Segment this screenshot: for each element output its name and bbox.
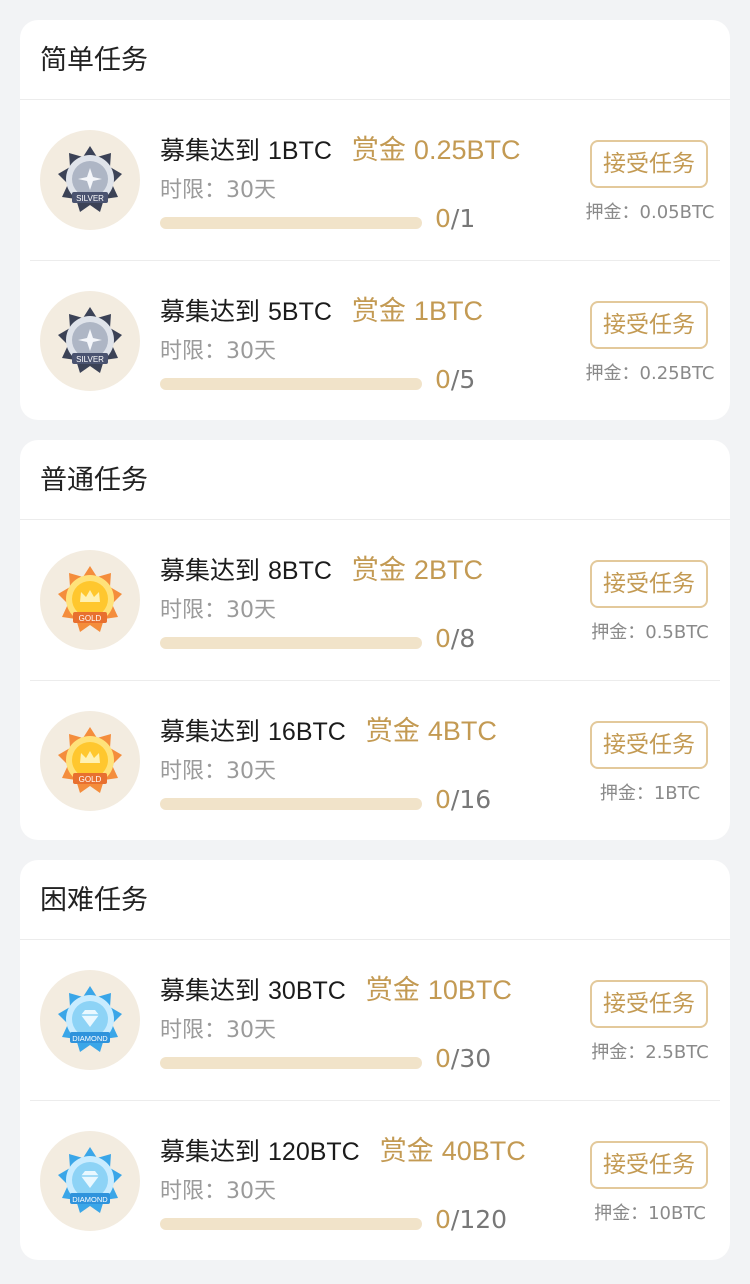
section-title: 简单任务 — [20, 20, 730, 100]
task-time-limit: 时限：30天 — [160, 759, 276, 784]
diamond-medal-icon: DIAMOND — [40, 1131, 140, 1231]
task-item: SILVER 募集达到 5BTC 赏金 1BTC 时限：30天 0/5 接受任务 押金… — [30, 260, 720, 420]
task-goal: 募集达到 1BTC 赏金 0.25BTC — [160, 135, 521, 165]
svg-text:DIAMOND: DIAMOND — [72, 1034, 108, 1043]
progress-count: 0/1 — [435, 204, 476, 233]
gold-medal-icon: GOLD — [40, 550, 140, 650]
task-goal: 募集达到 16BTC 赏金 4BTC — [160, 716, 497, 746]
progress-count: 0/30 — [435, 1044, 492, 1073]
task-goal: 募集达到 120BTC 赏金 40BTC — [160, 1136, 526, 1166]
task-time-limit: 时限：30天 — [160, 339, 276, 364]
task-goal: 募集达到 8BTC 赏金 2BTC — [160, 555, 483, 585]
progress-count: 0/16 — [435, 785, 492, 814]
svg-text:GOLD: GOLD — [79, 775, 102, 784]
svg-text:GOLD: GOLD — [79, 614, 102, 623]
task-item: GOLD 募集达到 16BTC 赏金 4BTC 时限：30天 0/16 接受任务 押金… — [30, 680, 720, 840]
task-time-limit: 时限：30天 — [160, 598, 276, 623]
deposit-text: 押金：0.05BTC — [585, 202, 715, 223]
section-card-easy: 简单任务 SILVER 募集达到 1BTC 赏金 0.25BTC 时限：30天 0/1… — [20, 20, 730, 420]
task-item: DIAMOND 募集达到 120BTC 赏金 40BTC 时限：30天 0/120 接… — [30, 1100, 720, 1260]
task-reward: 赏金 2BTC — [351, 555, 483, 585]
progress-count: 0/5 — [435, 365, 476, 394]
section-title: 普通任务 — [20, 440, 730, 520]
task-item: DIAMOND 募集达到 30BTC 赏金 10BTC 时限：30天 0/30 接受任… — [30, 940, 720, 1100]
section-title: 困难任务 — [20, 860, 730, 940]
deposit-text: 押金：2.5BTC — [591, 1042, 709, 1063]
task-goal: 募集达到 30BTC 赏金 10BTC — [160, 975, 512, 1005]
task-time-limit: 时限：30天 — [160, 178, 276, 203]
progress-bar — [160, 378, 422, 390]
svg-text:SILVER: SILVER — [76, 355, 104, 364]
progress-bar — [160, 1057, 422, 1069]
task-reward: 赏金 10BTC — [365, 975, 512, 1005]
task-time-limit: 时限：30天 — [160, 1018, 276, 1043]
task-item: SILVER 募集达到 1BTC 赏金 0.25BTC 时限：30天 0/1 接受任务… — [30, 100, 720, 260]
accept-task-button[interactable]: 接受任务 — [590, 1141, 708, 1189]
accept-task-button[interactable]: 接受任务 — [590, 721, 708, 769]
silver-medal-icon: SILVER — [40, 130, 140, 230]
section-card-hard: 困难任务 DIAMOND 募集达到 30BTC 赏金 10BTC 时限：30天 0/3… — [20, 860, 730, 1260]
progress-bar — [160, 217, 422, 229]
task-reward: 赏金 4BTC — [365, 716, 497, 746]
progress-count: 0/8 — [435, 624, 476, 653]
progress-count: 0/120 — [435, 1205, 508, 1234]
task-reward: 赏金 0.25BTC — [351, 135, 521, 165]
progress-bar — [160, 637, 422, 649]
task-goal: 募集达到 5BTC 赏金 1BTC — [160, 296, 483, 326]
task-item: GOLD 募集达到 8BTC 赏金 2BTC 时限：30天 0/8 接受任务 押金：0… — [30, 520, 720, 680]
silver-medal-icon: SILVER — [40, 291, 140, 391]
task-time-limit: 时限：30天 — [160, 1179, 276, 1204]
task-reward: 赏金 40BTC — [379, 1136, 526, 1166]
progress-bar — [160, 1218, 422, 1230]
accept-task-button[interactable]: 接受任务 — [590, 980, 708, 1028]
deposit-text: 押金：0.25BTC — [585, 363, 715, 384]
svg-text:SILVER: SILVER — [76, 194, 104, 203]
progress-bar — [160, 798, 422, 810]
task-reward: 赏金 1BTC — [351, 296, 483, 326]
accept-task-button[interactable]: 接受任务 — [590, 140, 708, 188]
deposit-text: 押金：0.5BTC — [591, 622, 709, 643]
svg-text:DIAMOND: DIAMOND — [72, 1195, 108, 1204]
diamond-medal-icon: DIAMOND — [40, 970, 140, 1070]
accept-task-button[interactable]: 接受任务 — [590, 301, 708, 349]
deposit-text: 押金：1BTC — [599, 783, 701, 804]
gold-medal-icon: GOLD — [40, 711, 140, 811]
section-card-normal: 普通任务 GOLD 募集达到 8BTC 赏金 2BTC 时限：30天 0/8 接受任务… — [20, 440, 730, 840]
deposit-text: 押金：10BTC — [594, 1203, 706, 1224]
accept-task-button[interactable]: 接受任务 — [590, 560, 708, 608]
